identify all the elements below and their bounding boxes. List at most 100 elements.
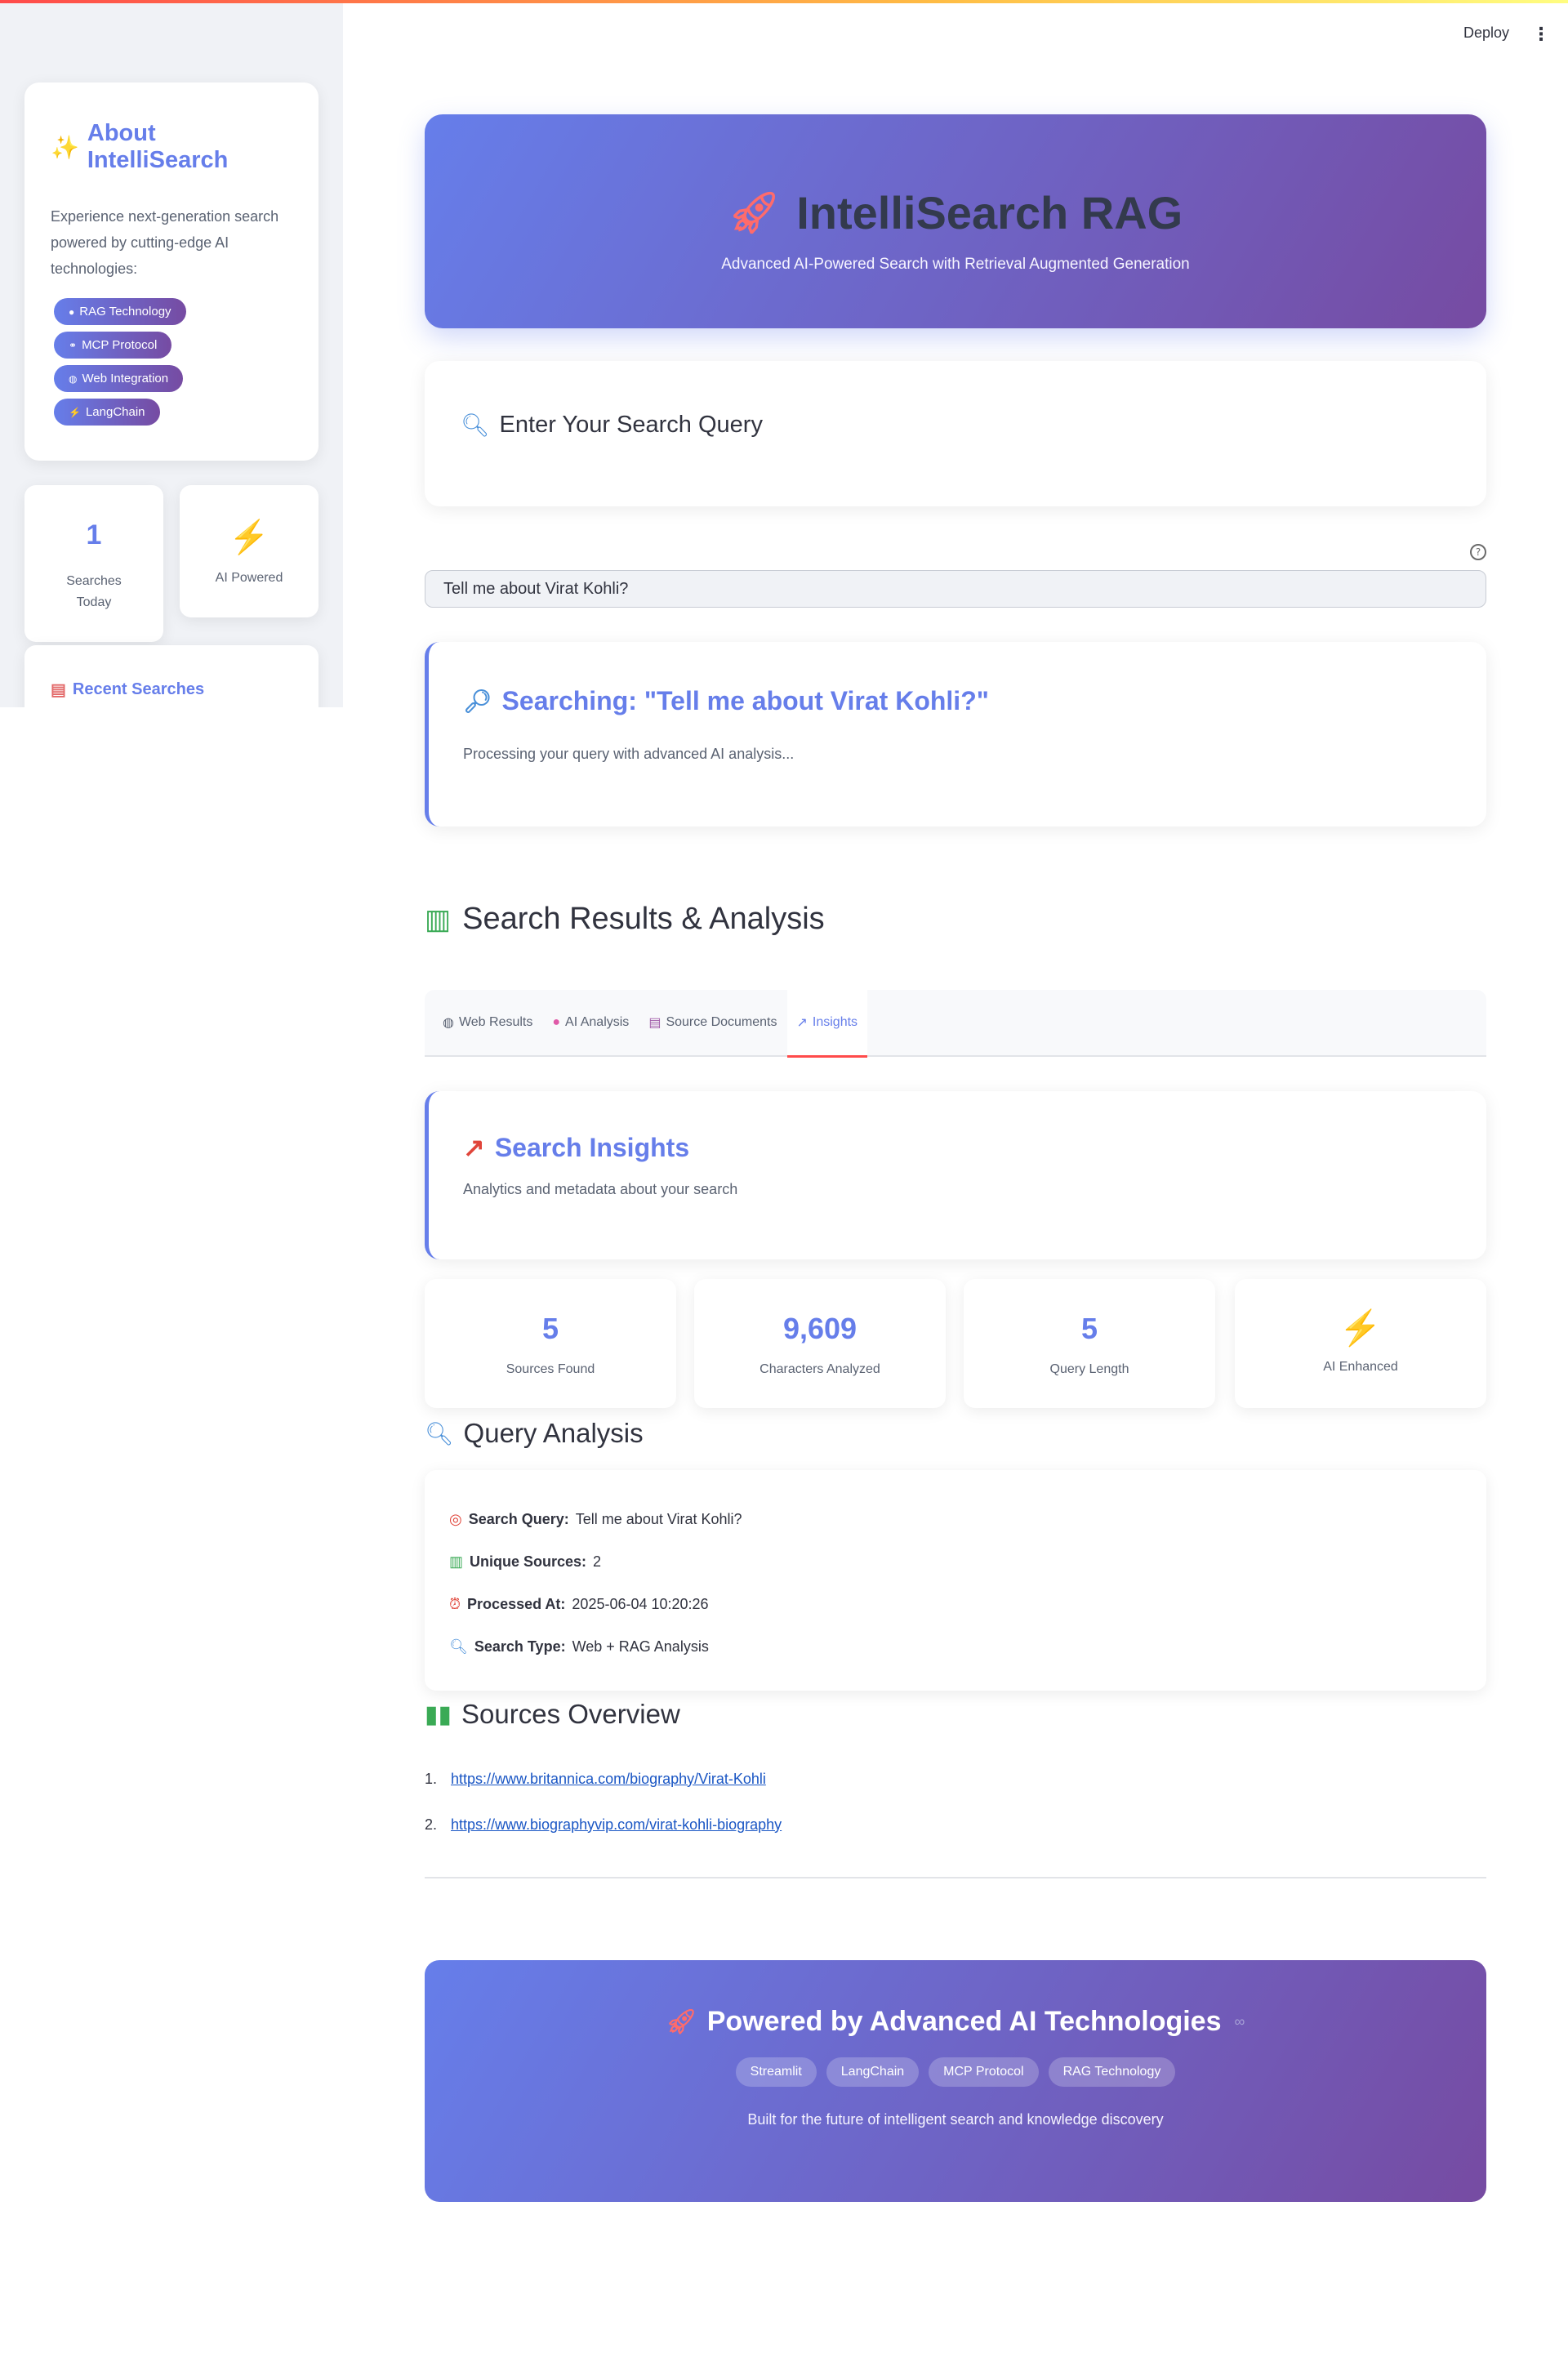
footer-title: 🚀︎ Powered by Advanced AI Technologies ∞	[425, 2006, 1486, 2038]
list-number: 2.	[425, 1816, 438, 1833]
sidebar: ✨ About IntelliSearch Experience next-ge…	[0, 3, 343, 707]
brain-icon: ●	[69, 305, 75, 318]
insights-description: Analytics and metadata about your search	[463, 1181, 738, 1197]
list-item: 2. https://www.biographyvip.com/virat-ko…	[425, 1802, 1486, 1847]
searches-today-value: 1	[86, 519, 102, 550]
list-item: 1. https://www.britannica.com/biography/…	[425, 1756, 1486, 1802]
tab-label: AI Analysis	[565, 1015, 630, 1029]
results-title: ▥ Search Results & Analysis	[425, 902, 825, 937]
qa-value: 2	[593, 1553, 602, 1570]
about-card: ✨ About IntelliSearch Experience next-ge…	[24, 82, 318, 461]
qa-value: Web + RAG Analysis	[572, 1638, 709, 1655]
trend-icon: ↗	[796, 1016, 808, 1030]
hero-title: 🚀︎ IntelliSearch RAG	[425, 186, 1486, 239]
query-analysis-title: 🔍︎ Query Analysis	[425, 1418, 644, 1449]
tech-pill-label: LangChain	[85, 405, 145, 419]
about-title: ✨ About IntelliSearch	[51, 120, 292, 174]
sparkles-icon: ✨	[51, 134, 79, 160]
link-icon: ⚭	[69, 339, 78, 351]
footer-pill: LangChain	[826, 2057, 920, 2087]
query-analysis-card: ◎ Search Query: Tell me about Virat Kohli?…	[425, 1470, 1486, 1691]
tab-label: Source Documents	[666, 1015, 777, 1029]
lightning-icon: ⚡	[69, 406, 81, 418]
source-link[interactable]: https://www.biographyvip.com/virat-kohli…	[451, 1816, 782, 1834]
query-card: 🔍︎ Enter Your Search Query	[425, 361, 1486, 506]
recent-searches-title-text: Recent Searches	[72, 680, 205, 698]
tab-label: Insights	[812, 1015, 858, 1029]
tab-web-results[interactable]: ◍ Web Results	[433, 989, 542, 1056]
searching-title-text: Searching: "Tell me about Virat Kohli?"	[501, 686, 989, 715]
deploy-button[interactable]: Deploy	[1463, 25, 1509, 42]
searches-today-card: 1 Searches Today	[24, 485, 163, 642]
books-icon: ▮▮	[425, 1700, 452, 1728]
sources-list: 1. https://www.britannica.com/biography/…	[425, 1756, 1486, 1847]
globe-icon: ◍	[443, 1016, 454, 1030]
anchor-link-icon[interactable]: ∞	[1235, 2013, 1245, 2030]
bar-chart-icon: ▥	[425, 903, 452, 935]
searching-title: 🔎︎ Searching: "Tell me about Virat Kohli…	[463, 686, 1452, 716]
qa-value: 2025-06-04 10:20:26	[572, 1595, 709, 1612]
qa-row: 🔍︎ Search Type: Web + RAG Analysis	[449, 1625, 1462, 1668]
footer-banner: 🚀︎ Powered by Advanced AI Technologies ∞…	[425, 1960, 1486, 2202]
qa-row: ⏰︎ Processed At: 2025-06-04 10:20:26	[449, 1583, 1462, 1625]
metric-sources-found: 5 Sources Found	[425, 1279, 676, 1408]
metric-ai-enhanced: ⚡ AI Enhanced	[1235, 1279, 1486, 1408]
tab-source-documents[interactable]: ▤ Source Documents	[639, 989, 786, 1056]
footer-pill: RAG Technology	[1048, 2057, 1176, 2087]
qa-value: Tell me about Virat Kohli?	[575, 1510, 742, 1527]
results-title-text: Search Results & Analysis	[462, 902, 825, 936]
insights-title: ↗ Search Insights	[463, 1132, 1452, 1163]
tech-pill-label: RAG Technology	[79, 305, 172, 319]
footer-pill: MCP Protocol	[929, 2057, 1039, 2087]
tech-pill-list: ● RAG Technology ⚭ MCP Protocol ◍ Web Integ…	[51, 298, 292, 426]
footer-subtitle: Built for the future of intelligent sear…	[747, 2111, 1164, 2128]
searching-card: 🔎︎ Searching: "Tell me about Virat Kohli…	[425, 642, 1486, 827]
tab-ai-analysis[interactable]: ● AI Analysis	[542, 989, 639, 1056]
hero-title-text: IntelliSearch RAG	[796, 187, 1183, 238]
target-icon: ◎	[449, 1510, 462, 1527]
about-description: Experience next-generation search powere…	[51, 208, 279, 277]
searches-today-label: Searches Today	[66, 574, 122, 609]
qa-key: Search Type:	[474, 1638, 566, 1655]
bar-chart-icon: ▥	[449, 1553, 464, 1570]
metric-value: 9,609	[782, 1312, 858, 1345]
magnifier-icon: 🔎︎	[463, 689, 492, 714]
metric-query-length: 5 Query Length	[964, 1279, 1215, 1408]
tab-insights[interactable]: ↗ Insights	[786, 989, 868, 1058]
lightning-icon: ⚡	[1339, 1308, 1383, 1347]
qa-key: Search Query:	[468, 1510, 569, 1527]
tech-pill: ◍ Web Integration	[54, 365, 184, 392]
kebab-menu-icon[interactable]: ⋮	[1532, 25, 1550, 45]
help-icon[interactable]: ?	[1470, 544, 1486, 560]
query-title: 🔍︎ Enter Your Search Query	[461, 412, 1450, 439]
tech-pill: ● RAG Technology	[54, 298, 186, 325]
search-input[interactable]	[425, 570, 1486, 608]
search-icon: 🔍︎	[425, 1420, 454, 1446]
tech-pill: ⚭ MCP Protocol	[54, 332, 172, 359]
recent-searches-title: ▤ Recent Searches	[51, 680, 292, 700]
recent-searches-card: ▤ Recent Searches	[24, 645, 318, 707]
memo-icon: ▤	[51, 681, 66, 699]
search-icon: 🔍︎	[449, 1638, 468, 1655]
tab-label: Web Results	[458, 1015, 533, 1029]
brain-icon: ●	[552, 1015, 561, 1029]
search-icon: 🔍︎	[461, 412, 490, 438]
metric-value: 5	[541, 1312, 559, 1345]
query-title-text: Enter Your Search Query	[499, 412, 763, 438]
insights-title-text: Search Insights	[494, 1132, 690, 1162]
footer-pill-list: Streamlit LangChain MCP Protocol RAG Tec…	[425, 2057, 1486, 2087]
list-number: 1.	[425, 1770, 438, 1787]
qa-key: Unique Sources:	[470, 1553, 587, 1570]
trend-icon: ↗	[463, 1133, 485, 1162]
lightning-icon: ⚡	[229, 519, 270, 555]
alarm-clock-icon: ⏰︎	[449, 1595, 461, 1612]
results-tabs: ◍ Web Results ● AI Analysis ▤ Source Docume…	[425, 989, 1486, 1058]
query-analysis-title-text: Query Analysis	[463, 1418, 644, 1448]
hero-subtitle: Advanced AI-Powered Search with Retrieva…	[721, 256, 1190, 273]
tech-pill-label: Web Integration	[82, 372, 169, 385]
divider	[425, 1877, 1486, 1878]
metric-label: Query Length	[1049, 1362, 1129, 1376]
searching-description: Processing your query with advanced AI a…	[463, 746, 795, 762]
ai-powered-card: ⚡ AI Powered	[180, 485, 318, 617]
source-link[interactable]: https://www.britannica.com/biography/Vir…	[451, 1771, 766, 1788]
